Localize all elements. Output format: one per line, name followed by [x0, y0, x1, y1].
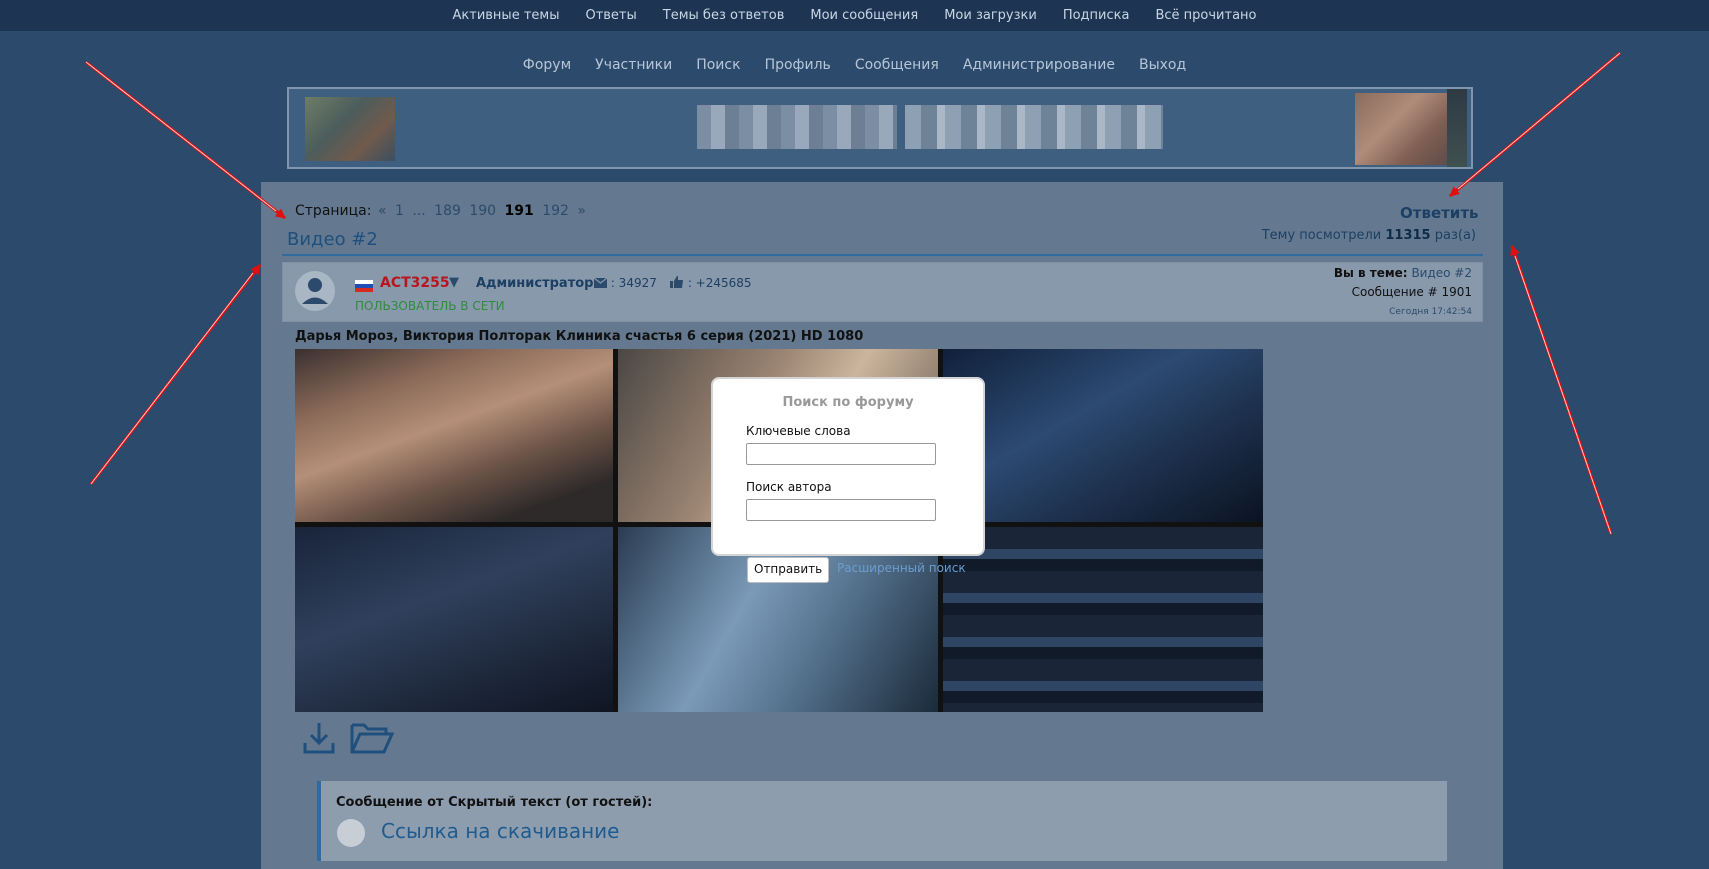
annotation-arrows	[85, 51, 1621, 535]
